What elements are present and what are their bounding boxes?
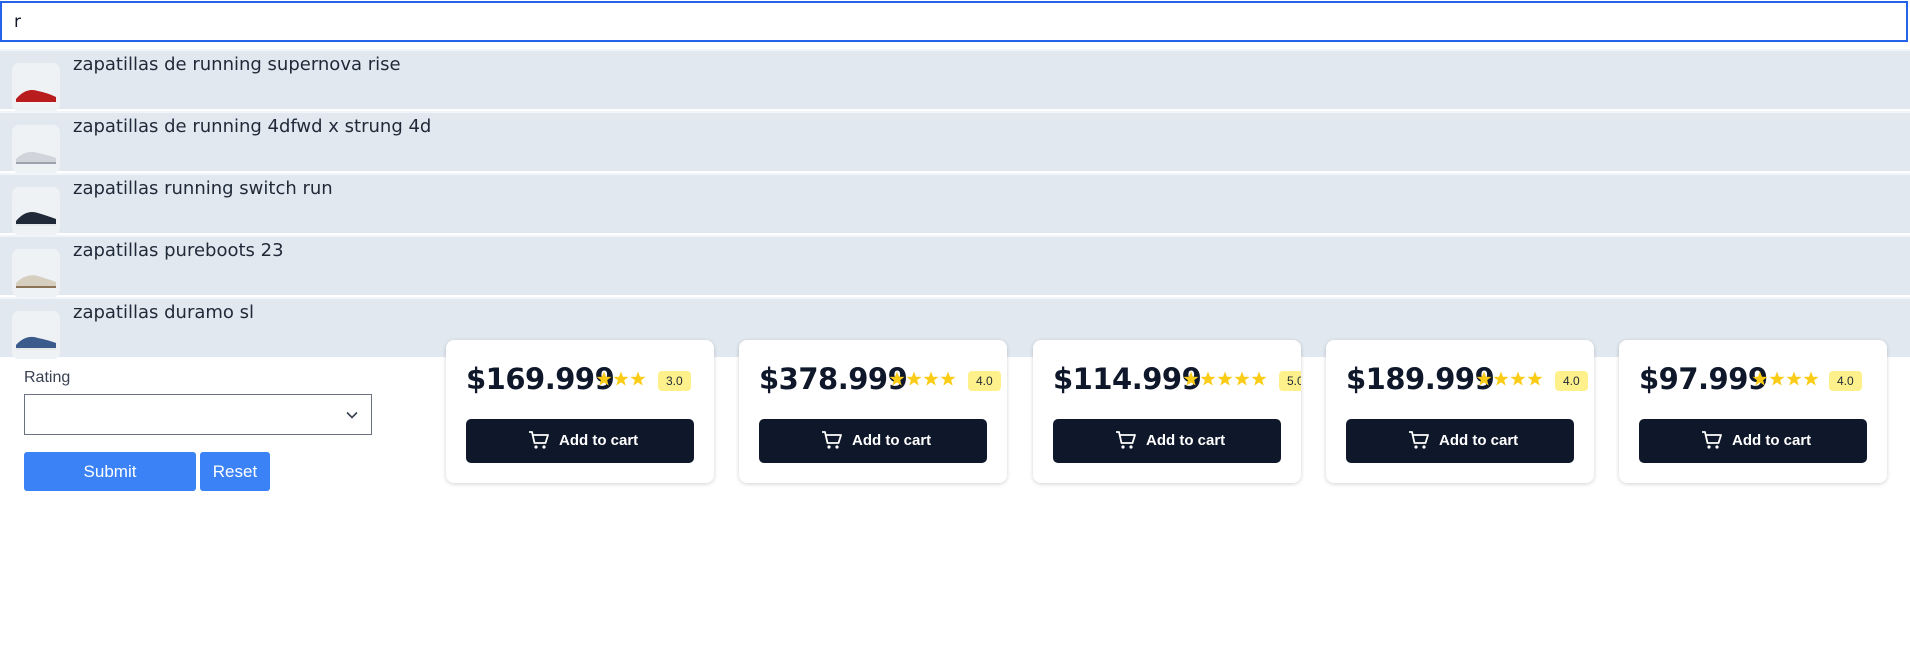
cart-icon [1115, 430, 1137, 454]
suggestion-item[interactable]: zapatillas running switch run [0, 173, 1910, 235]
add-to-cart-button[interactable]: Add to cart [1053, 419, 1281, 463]
product-card: $97.999 4.0 Add to cart [1619, 340, 1887, 483]
reset-button[interactable]: Reset [200, 452, 270, 491]
search-box[interactable] [0, 1, 1908, 42]
product-thumbnail [12, 63, 60, 111]
product-price: $169.999 [466, 362, 615, 396]
cart-icon [1408, 430, 1430, 454]
rating-label: Rating [24, 369, 71, 386]
product-card: $378.999 4.0 Add to cart [739, 340, 1007, 483]
suggestion-label: zapatillas de running supernova rise [73, 54, 401, 75]
product-thumbnail [12, 187, 60, 235]
product-price: $114.999 [1053, 362, 1202, 396]
product-card: $169.999 3.0 Add to cart [446, 340, 714, 483]
add-to-cart-label: Add to cart [1732, 432, 1812, 449]
suggestion-item[interactable]: zapatillas de running 4dfwd x strung 4d [0, 111, 1910, 173]
star-rating-icon [1183, 371, 1269, 387]
suggestion-label: zapatillas de running 4dfwd x strung 4d [73, 116, 432, 137]
add-to-cart-label: Add to cart [1439, 432, 1519, 449]
product-price: $97.999 [1639, 362, 1768, 396]
cart-icon [1701, 430, 1723, 454]
suggestion-label: zapatillas running switch run [73, 178, 333, 199]
add-to-cart-label: Add to cart [852, 432, 932, 449]
search-input[interactable] [12, 3, 1896, 40]
star-rating-icon [889, 371, 958, 387]
add-to-cart-button[interactable]: Add to cart [759, 419, 987, 463]
suggestion-item[interactable]: zapatillas pureboots 23 [0, 235, 1910, 297]
cart-icon [528, 430, 550, 454]
suggestion-item[interactable]: zapatillas de running supernova rise [0, 49, 1910, 111]
rating-badge: 4.0 [1829, 371, 1862, 391]
suggestion-label: zapatillas duramo sl [73, 302, 255, 323]
rating-badge: 5.0 [1279, 371, 1301, 391]
rating-badge: 4.0 [1555, 371, 1588, 391]
product-card: $189.999 4.0 Add to cart [1326, 340, 1594, 483]
product-price: $189.999 [1346, 362, 1495, 396]
suggestion-label: zapatillas pureboots 23 [73, 240, 284, 261]
add-to-cart-button[interactable]: Add to cart [1346, 419, 1574, 463]
add-to-cart-button[interactable]: Add to cart [1639, 419, 1867, 463]
star-rating-icon [596, 371, 648, 387]
add-to-cart-label: Add to cart [1146, 432, 1226, 449]
star-rating-icon [1752, 371, 1821, 387]
star-rating-icon [1476, 371, 1545, 387]
product-price: $378.999 [759, 362, 908, 396]
chevron-down-icon [345, 408, 359, 427]
cart-icon [821, 430, 843, 454]
product-thumbnail [12, 311, 60, 359]
add-to-cart-label: Add to cart [559, 432, 639, 449]
rating-select[interactable] [24, 394, 372, 435]
rating-badge: 4.0 [968, 371, 1001, 391]
product-card: $114.999 5.0 Add to cart [1033, 340, 1301, 483]
product-thumbnail [12, 125, 60, 173]
add-to-cart-button[interactable]: Add to cart [466, 419, 694, 463]
rating-badge: 3.0 [658, 371, 691, 391]
submit-button[interactable]: Submit [24, 452, 196, 491]
product-thumbnail [12, 249, 60, 297]
